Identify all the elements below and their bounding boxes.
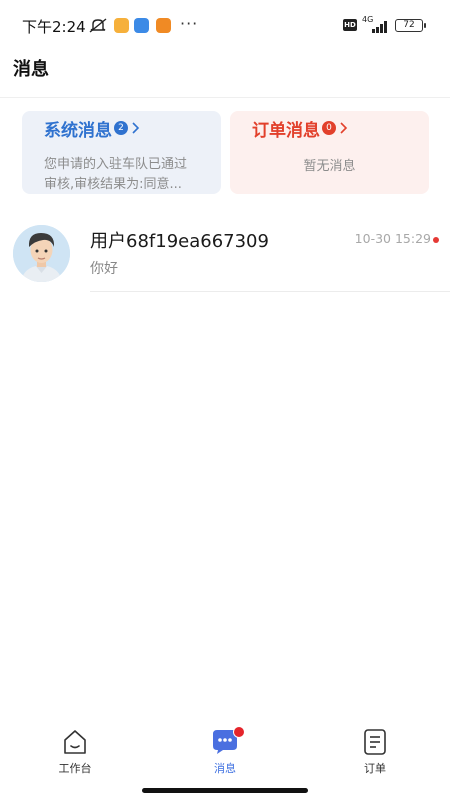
user-avatar-icon [13, 225, 70, 282]
page-title: 消息 [13, 59, 49, 80]
nav-item-orders[interactable]: 订单 [345, 728, 405, 778]
system-messages-title: 系统消息 [44, 120, 112, 141]
nav-item-messages[interactable]: 消息 [195, 726, 255, 778]
system-message-preview: 您申请的入驻车队已通过 审核,审核结果为:同意... [44, 155, 204, 195]
battery-icon: 72 [395, 19, 426, 32]
chat-last-message: 你好 [90, 261, 118, 277]
status-bar: 下午2:24 ··· HD 4G 72 [0, 0, 450, 50]
app-icon [156, 18, 171, 33]
header-divider [0, 97, 450, 98]
chat-user-name: 用户68f19ea667309 [90, 231, 269, 252]
system-messages-card[interactable]: 系统消息 2 您申请的入驻车队已通过 审核,审核结果为:同意... [22, 111, 221, 194]
nav-item-workbench[interactable]: 工作台 [45, 728, 105, 778]
preview-line: 您申请的入驻车队已通过 [44, 157, 188, 172]
list-divider [90, 291, 450, 292]
chevron-right-icon [340, 122, 348, 134]
chat-list-item[interactable]: 用户68f19ea667309 10-30 15:29 你好 [0, 220, 450, 292]
order-messages-card[interactable]: 订单消息 0 暂无消息 [230, 111, 429, 194]
empty-state-text: 暂无消息 [303, 159, 356, 174]
home-icon [64, 730, 86, 754]
nav-label: 订单 [364, 762, 386, 775]
unread-count-badge: 0 [322, 121, 336, 135]
card-header: 订单消息 0 [252, 117, 348, 141]
notification-dot [233, 726, 245, 738]
avatar [13, 225, 70, 282]
bottom-nav: 工作台 消息 订单 [0, 720, 450, 780]
chevron-right-icon [132, 122, 140, 134]
hd-badge: HD [343, 19, 357, 31]
order-messages-title: 订单消息 [252, 120, 320, 141]
unread-dot [433, 237, 439, 243]
app-icon [134, 18, 149, 33]
unread-count-badge: 2 [114, 121, 128, 135]
card-header: 系统消息 2 [44, 117, 140, 141]
more-icon: ··· [180, 14, 199, 33]
chat-timestamp: 10-30 15:29 [354, 231, 431, 246]
status-time: 下午2:24 [22, 18, 86, 36]
document-icon [364, 729, 386, 755]
nav-label: 消息 [214, 762, 236, 775]
signal-icon [372, 21, 387, 33]
nav-label: 工作台 [58, 762, 92, 775]
app-icon [114, 18, 129, 33]
preview-line: 审核,审核结果为:同意... [44, 177, 182, 192]
mute-icon [89, 18, 107, 33]
home-indicator[interactable] [142, 788, 308, 793]
